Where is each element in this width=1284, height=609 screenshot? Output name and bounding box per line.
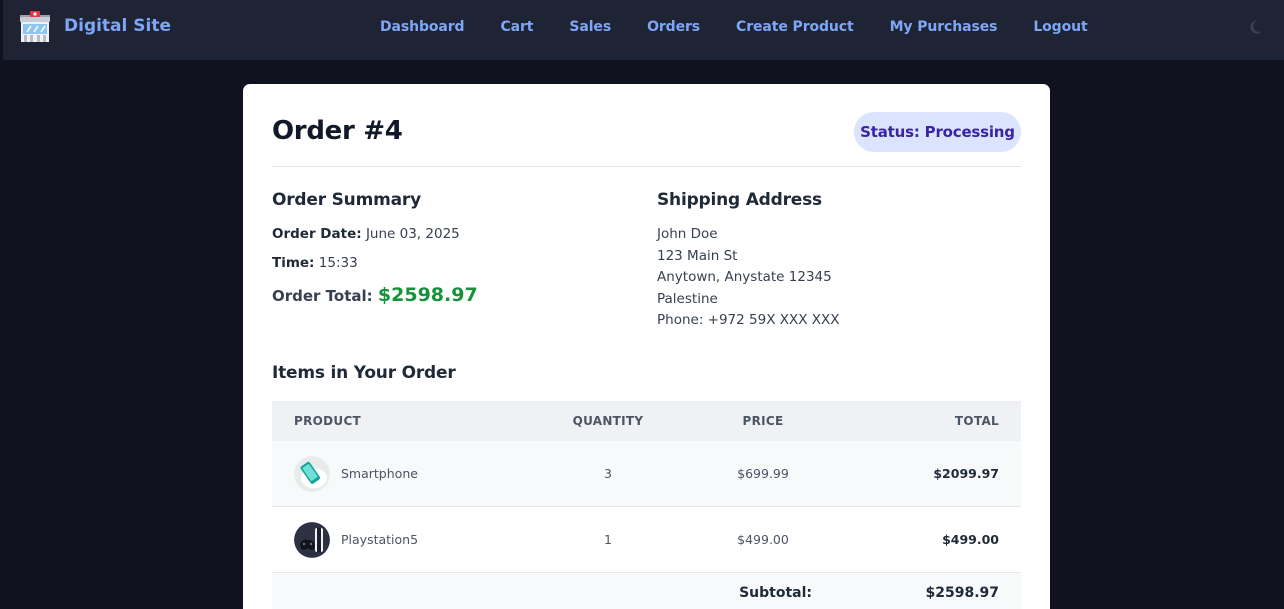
nav-orders[interactable]: Orders <box>647 19 700 35</box>
order-title: Order #4 <box>272 116 403 146</box>
table-header: PRODUCT QUANTITY PRICE TOTAL <box>272 401 1021 441</box>
subtotal-label: Subtotal: <box>739 585 812 601</box>
divider <box>272 166 1021 167</box>
product-cell: Smartphone <box>272 455 537 492</box>
shipping-country: Palestine <box>657 290 718 307</box>
price-cell: $499.00 <box>737 532 789 547</box>
table-row: Playstation5 1 $499.00 $499.00 <box>272 507 1021 573</box>
order-total-label: Order Total: <box>272 287 373 305</box>
shipping-phone: Phone: +972 59X XXX XXX <box>657 312 840 329</box>
shipping-address: John Doe 123 Main St Anytown, Anystate 1… <box>657 224 840 332</box>
price-cell: $699.99 <box>737 466 789 481</box>
nav-sales[interactable]: Sales <box>569 19 611 35</box>
order-total: Order Total: $2598.97 <box>272 284 478 306</box>
order-card: Order #4 Status: Processing Order Summar… <box>243 84 1050 609</box>
subtotal-value: $2598.97 <box>925 585 999 601</box>
items-heading: Items in Your Order <box>272 363 456 383</box>
store-icon <box>17 9 53 45</box>
total-cell: $2099.97 <box>933 466 999 481</box>
product-thumbnail[interactable] <box>294 521 330 558</box>
order-time: Time: 15:33 <box>272 255 358 271</box>
order-summary-heading: Order Summary <box>272 190 421 210</box>
order-total-value: $2598.97 <box>377 284 478 306</box>
col-total: TOTAL <box>954 414 999 428</box>
quantity-cell: 3 <box>604 466 612 481</box>
quantity-cell: 1 <box>604 532 612 547</box>
nav-dashboard[interactable]: Dashboard <box>380 19 465 35</box>
col-product: PRODUCT <box>294 414 362 428</box>
order-date-value: June 03, 2025 <box>365 226 460 242</box>
order-time-label: Time: <box>272 255 315 271</box>
brand[interactable]: Digital Site <box>17 9 171 45</box>
product-thumbnail[interactable] <box>294 455 330 492</box>
total-cell: $499.00 <box>942 532 999 547</box>
nav-logout[interactable]: Logout <box>1033 19 1087 35</box>
nav-cart[interactable]: Cart <box>500 19 533 35</box>
shipping-city: Anytown, Anystate 12345 <box>657 269 832 286</box>
order-time-value: 15:33 <box>318 255 358 271</box>
col-price: PRICE <box>742 414 784 428</box>
moon-icon[interactable] <box>1249 18 1267 36</box>
shipping-street: 123 Main St <box>657 247 738 264</box>
nav-create-product[interactable]: Create Product <box>736 19 854 35</box>
order-date-label: Order Date: <box>272 226 362 242</box>
shipping-address-heading: Shipping Address <box>657 190 822 210</box>
table-row: Smartphone 3 $699.99 $2099.97 <box>272 441 1021 507</box>
shipping-name: John Doe <box>657 226 718 242</box>
brand-name: Digital Site <box>64 16 172 36</box>
col-quantity: QUANTITY <box>572 414 644 428</box>
items-table: PRODUCT QUANTITY PRICE TOTAL Smartphone … <box>272 401 1021 609</box>
subtotal-row: Subtotal: $2598.97 <box>272 573 1021 609</box>
status-badge: Status: Processing <box>854 112 1021 152</box>
product-cell: Playstation5 <box>272 521 537 558</box>
nav-my-purchases[interactable]: My Purchases <box>890 19 998 35</box>
top-navbar: Digital Site Dashboard Cart Sales Orders… <box>3 0 1284 60</box>
main-nav: Dashboard Cart Sales Orders Create Produ… <box>380 0 1124 54</box>
product-name: Smartphone <box>341 466 418 481</box>
product-name: Playstation5 <box>341 532 419 547</box>
order-date: Order Date: June 03, 2025 <box>272 226 460 242</box>
